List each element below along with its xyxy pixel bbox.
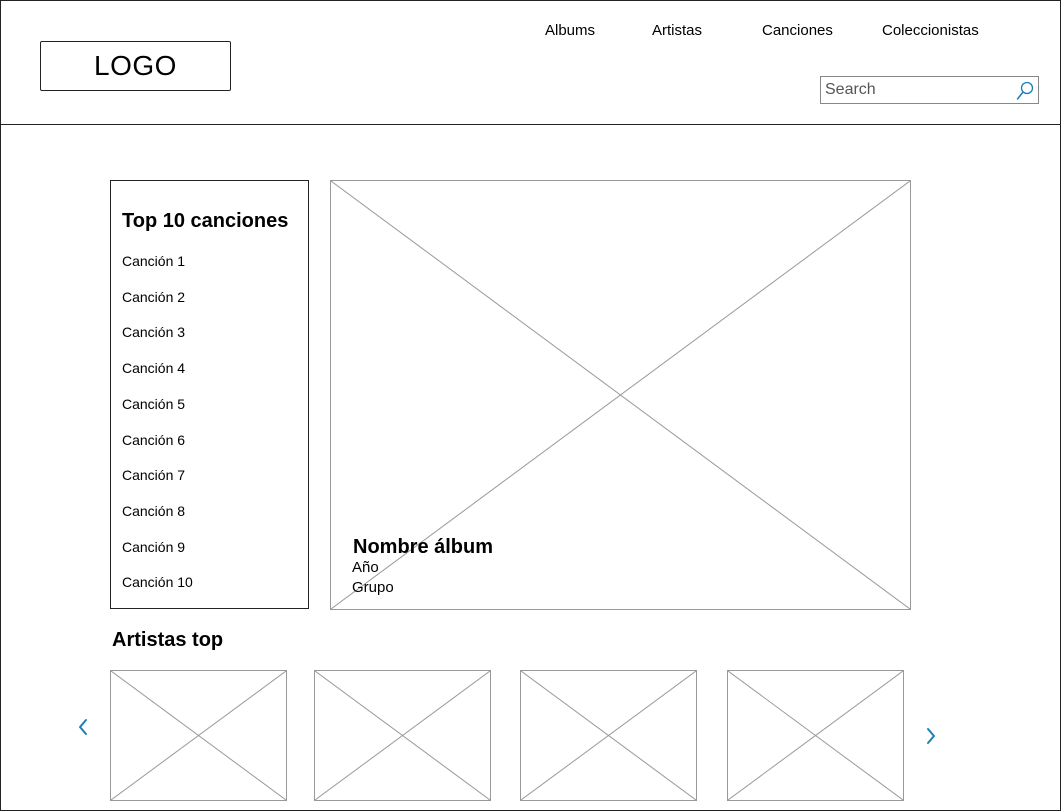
artist-card-4[interactable] bbox=[727, 670, 904, 801]
search-input[interactable] bbox=[821, 77, 1015, 103]
nav-canciones[interactable]: Canciones bbox=[762, 22, 833, 39]
song-item-1[interactable]: Canción 1 bbox=[122, 253, 185, 269]
artist-card-1[interactable] bbox=[110, 670, 287, 801]
chevron-right-icon[interactable] bbox=[923, 726, 939, 746]
song-item-7[interactable]: Canción 7 bbox=[122, 467, 185, 483]
nav-coleccionistas[interactable]: Coleccionistas bbox=[882, 22, 979, 39]
image-placeholder-icon bbox=[521, 671, 696, 800]
top-songs-panel: Top 10 canciones Canción 1 Canción 2 Can… bbox=[110, 180, 309, 609]
top-songs-title: Top 10 canciones bbox=[122, 210, 289, 232]
artist-card-2[interactable] bbox=[314, 670, 491, 801]
top-artists-title: Artistas top bbox=[112, 629, 224, 651]
song-item-2[interactable]: Canción 2 bbox=[122, 289, 185, 305]
song-item-6[interactable]: Canción 6 bbox=[122, 432, 185, 448]
image-placeholder-icon bbox=[315, 671, 490, 800]
logo[interactable]: LOGO bbox=[40, 41, 231, 91]
nav-artistas[interactable]: Artistas bbox=[652, 22, 702, 39]
song-item-4[interactable]: Canción 4 bbox=[122, 360, 185, 376]
song-item-5[interactable]: Canción 5 bbox=[122, 396, 185, 412]
song-item-10[interactable]: Canción 10 bbox=[122, 574, 193, 590]
chevron-left-icon[interactable] bbox=[76, 717, 92, 737]
song-item-8[interactable]: Canción 8 bbox=[122, 503, 185, 519]
album-group: Grupo bbox=[352, 579, 394, 596]
song-item-3[interactable]: Canción 3 bbox=[122, 324, 185, 340]
image-placeholder-icon bbox=[111, 671, 286, 800]
header-divider bbox=[0, 124, 1061, 125]
search-icon[interactable] bbox=[1016, 81, 1034, 101]
search-box bbox=[820, 76, 1039, 104]
artist-card-3[interactable] bbox=[520, 670, 697, 801]
album-year: Año bbox=[352, 559, 379, 576]
featured-album-image[interactable]: Nombre álbum Año Grupo bbox=[330, 180, 911, 610]
nav-albums[interactable]: Albums bbox=[545, 22, 595, 39]
song-item-9[interactable]: Canción 9 bbox=[122, 539, 185, 555]
image-placeholder-icon bbox=[728, 671, 903, 800]
album-name: Nombre álbum bbox=[353, 536, 494, 558]
